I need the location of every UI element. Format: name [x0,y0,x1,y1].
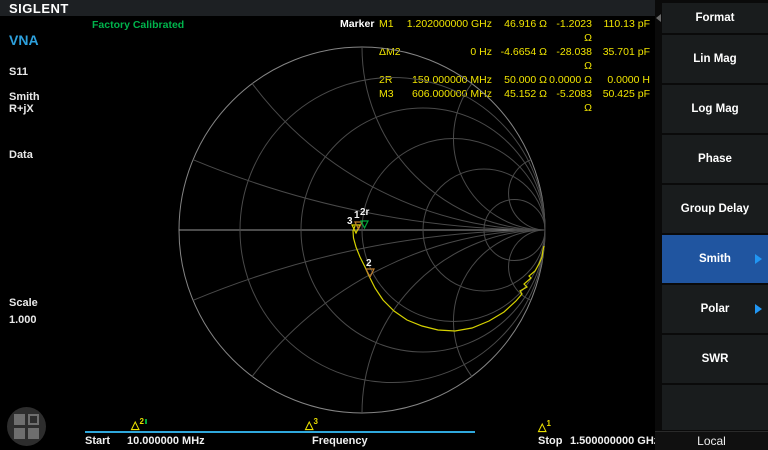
menu-header-format[interactable]: Format [662,3,768,33]
smith-grid [179,47,545,413]
softkey-smith[interactable]: Smith [662,235,768,283]
vna-screen: SIGLENT Factory Calibrated VNA S11 Smith… [0,0,768,450]
chart-marker-label: 2 [366,258,372,269]
stop-value[interactable]: 1.500000000 GHz [570,435,659,447]
s11-trace [353,226,544,331]
apps-menu-icon[interactable] [7,407,46,446]
smith-chart[interactable]: 312r2 [0,0,768,450]
ref-tick [145,419,147,424]
delta-marker-1[interactable]: △1 [538,419,551,433]
delta-marker-3[interactable]: △3 [305,417,318,431]
softkey-group-delay[interactable]: Group Delay [662,185,768,233]
submenu-arrow-icon [755,254,762,264]
start-value[interactable]: 10.000000 MHz [127,435,205,447]
submenu-arrow-icon [755,304,762,314]
softkey-log-mag[interactable]: Log Mag [662,85,768,133]
softkey-empty[interactable] [662,385,768,430]
softkey-swr[interactable]: SWR [662,335,768,383]
local-button[interactable]: Local [655,431,768,450]
back-arrow-icon [656,14,661,22]
chart-marker-label: 3 [347,216,353,227]
stop-label: Stop [538,435,562,447]
start-label: Start [85,435,110,447]
delta-marker-2[interactable]: △2 [131,417,147,431]
softkey-polar[interactable]: Polar [662,285,768,333]
softkey-phase[interactable]: Phase [662,135,768,183]
chart-marker-label: 2r [360,207,370,218]
frequency-axis-line [85,431,475,433]
softkey-lin-mag[interactable]: Lin Mag [662,35,768,83]
axis-label: Frequency [312,435,368,447]
softkey-sidebar: Format Lin Mag Log Mag Phase Group Delay… [655,0,768,450]
chart-markers[interactable]: 312r2 [347,207,374,277]
